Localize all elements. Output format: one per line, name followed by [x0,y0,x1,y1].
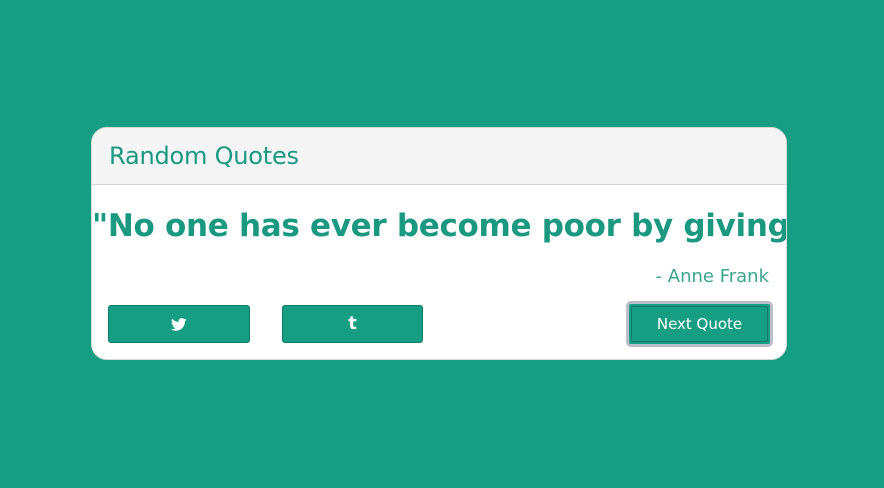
next-quote-label: Next Quote [656,315,743,333]
page-title: Random Quotes [109,142,299,170]
next-quote-button-face[interactable]: Next Quote [631,306,768,342]
twitter-icon [171,317,187,331]
card-header: Random Quotes [92,128,786,185]
quote-author: - Anne Frank [655,266,769,287]
tweet-button[interactable] [108,305,250,343]
tumblr-icon: t [348,313,357,334]
quote-card: Random Quotes "No one has ever become po… [91,127,787,360]
next-quote-button[interactable]: Next Quote [626,301,773,347]
tumblr-button[interactable]: t [282,305,423,343]
quote-text: "No one has ever become poor by giving." [92,208,787,244]
